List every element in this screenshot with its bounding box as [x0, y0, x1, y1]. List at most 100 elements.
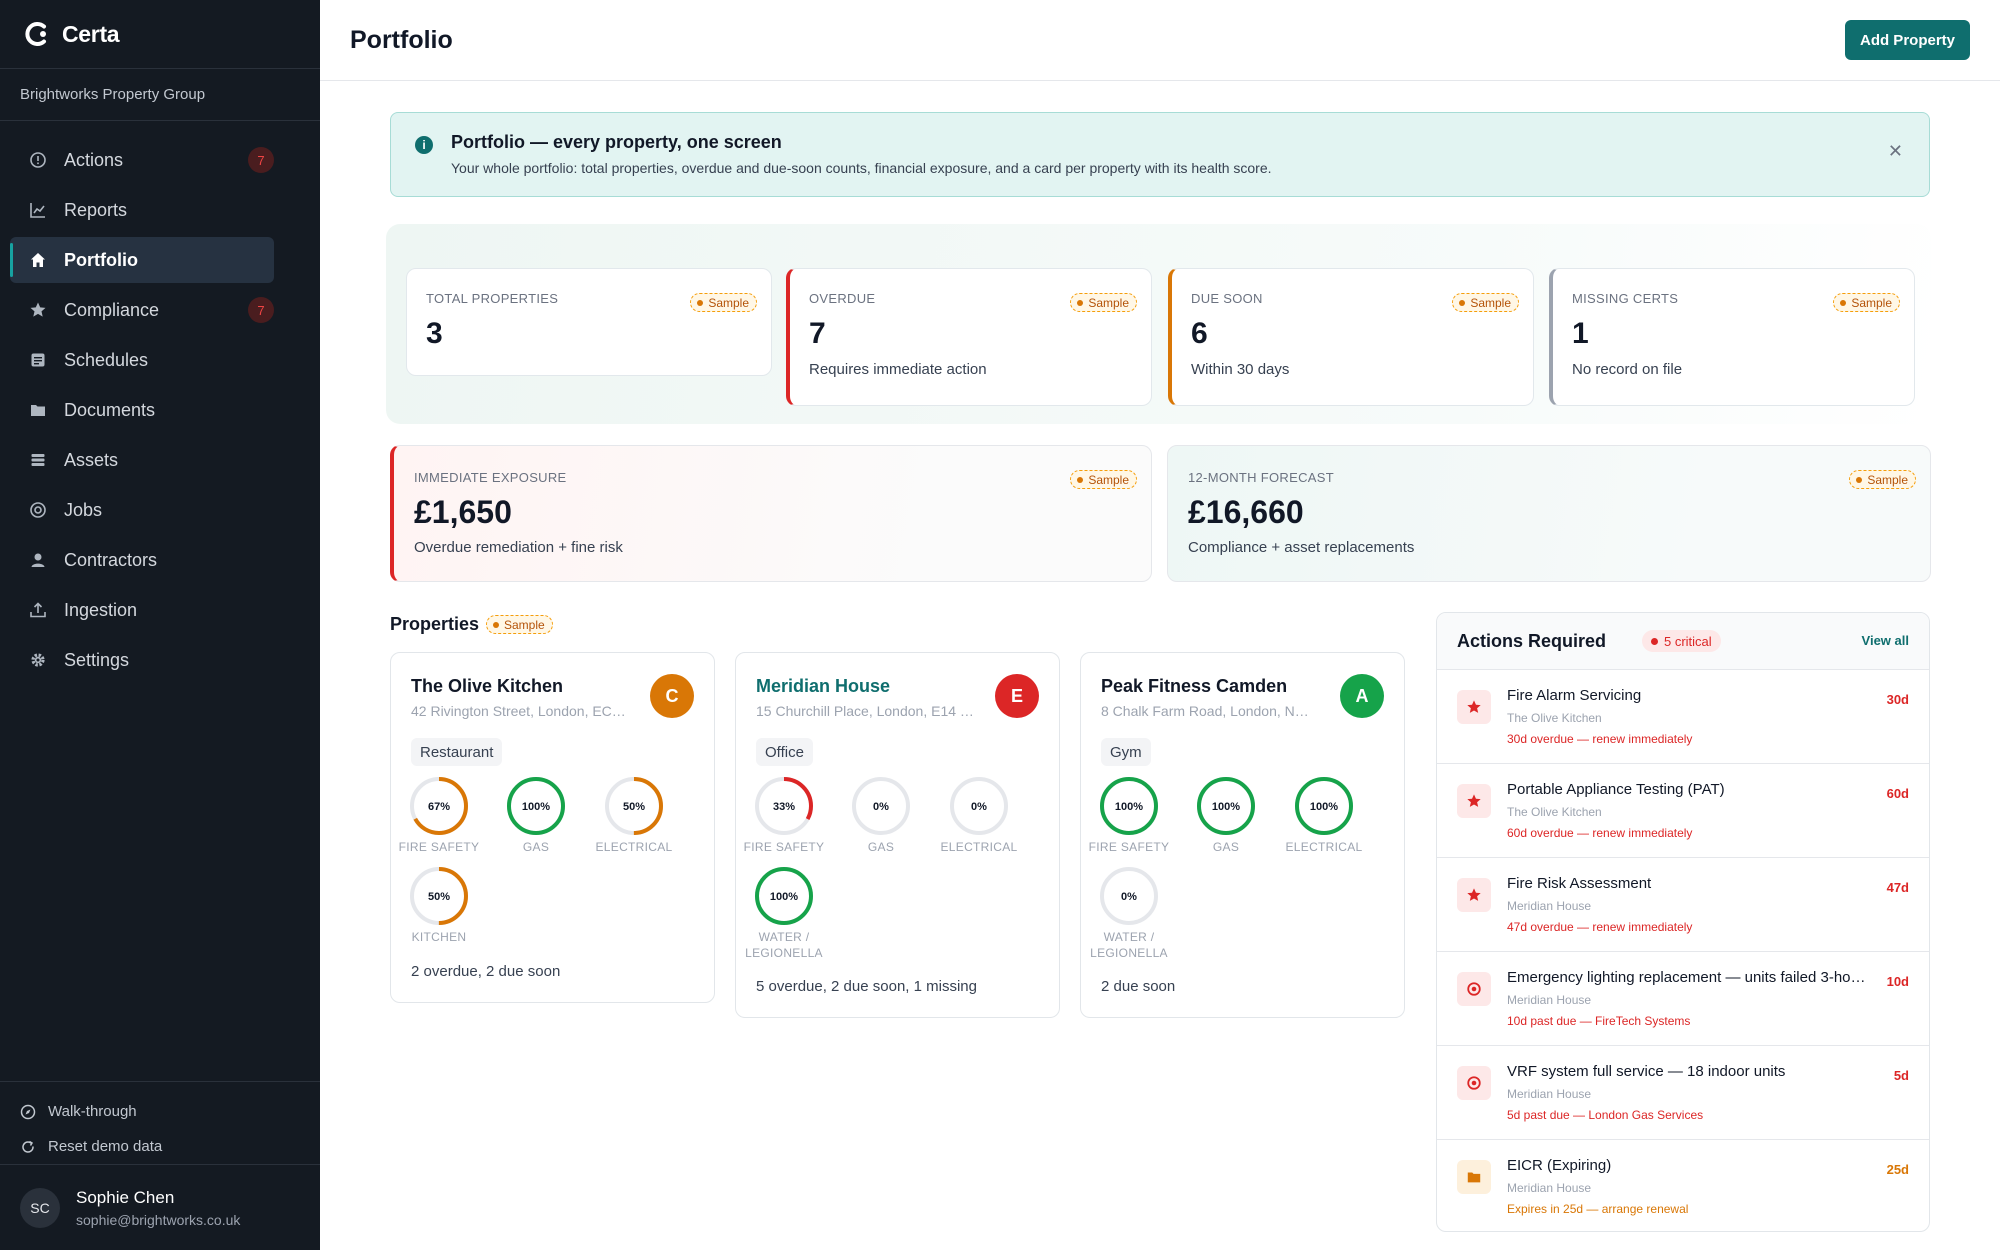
action-item[interactable]: VRF system full service — 18 indoor unit… [1437, 1046, 1929, 1140]
health-gauge: 100% ELECTRICAL [1276, 775, 1372, 855]
gauge-ring: 0% [1100, 867, 1158, 925]
immediate-exposure-card[interactable]: IMMEDIATE EXPOSURE £1,650 Overdue remedi… [390, 445, 1152, 582]
gear-icon [28, 650, 48, 670]
target-icon [1457, 972, 1491, 1006]
gauge-label: FIRE SAFETY [743, 840, 825, 854]
sidebar-item-settings[interactable]: Settings [10, 637, 274, 683]
user-profile[interactable]: SC Sophie Chen sophie@brightworks.co.uk [0, 1164, 320, 1250]
gauge-label: FIRE SAFETY [1088, 840, 1170, 854]
gauge-ring: 100% [1197, 777, 1255, 835]
close-icon[interactable]: ✕ [1888, 141, 1903, 162]
property-card[interactable]: Peak Fitness Camden 8 Chalk Farm Road, Lo… [1080, 652, 1405, 1018]
action-item[interactable]: Fire Alarm Servicing The Olive Kitchen 30d… [1437, 670, 1929, 764]
health-gauge: 67% FIRE SAFETY [391, 775, 487, 855]
sidebar-item-contractors[interactable]: Contractors [10, 537, 274, 583]
stat-label: MISSING CERTS [1572, 291, 1679, 306]
page-title: Portfolio [350, 25, 453, 54]
sidebar-item-label: Reports [64, 199, 128, 220]
view-all-link[interactable]: View all [1862, 633, 1909, 648]
stat-label: TOTAL PROPERTIES [426, 291, 559, 306]
sidebar-item-assets[interactable]: Assets [10, 437, 274, 483]
action-title: Emergency lighting replacement — units f… [1507, 969, 1867, 986]
reset-demo-link[interactable]: Reset demo data [0, 1129, 320, 1164]
folder-icon [28, 400, 48, 420]
stat-due-soon[interactable]: DUE SOON 6 Within 30 days Sample [1168, 268, 1534, 406]
forecast-value: £16,660 [1188, 494, 1304, 530]
action-item[interactable]: Fire Risk Assessment Meridian House 47d ov… [1437, 858, 1929, 952]
gauge-ring: 50% [605, 777, 663, 835]
property-name[interactable]: Meridian House [756, 676, 890, 697]
property-name[interactable]: The Olive Kitchen [411, 676, 563, 697]
count-badge: 7 [248, 147, 274, 173]
gauge-label: GAS [1212, 840, 1240, 854]
action-item[interactable]: Portable Appliance Testing (PAT) The Oliv… [1437, 764, 1929, 858]
property-address: 8 Chalk Farm Road, London, NW1 8AB [1101, 703, 1319, 719]
stats-panel: TOTAL PROPERTIES 3 Sample OVERDUE 7 Requ… [386, 224, 1931, 424]
gauge-label: GAS [522, 840, 550, 854]
critical-badge: 5 critical [1642, 630, 1721, 652]
sample-badge: Sample [1452, 293, 1519, 312]
brand[interactable]: Certa [0, 0, 320, 69]
forecast-sub: Compliance + asset replacements [1188, 539, 1415, 556]
count-badge: 7 [248, 297, 274, 323]
walkthrough-label: Walk-through [48, 1103, 137, 1120]
property-name[interactable]: Peak Fitness Camden [1101, 676, 1287, 697]
actions-required-panel: Actions Required 5 critical View all Fir… [1436, 612, 1930, 1232]
gauge-value: 67% [428, 801, 450, 813]
compass-icon [20, 1104, 36, 1119]
target-icon [1457, 1066, 1491, 1100]
exposure-sub: Overdue remediation + fine risk [414, 539, 623, 556]
property-type-tag: Restaurant [411, 738, 503, 766]
action-item[interactable]: Emergency lighting replacement — units f… [1437, 952, 1929, 1046]
sidebar-item-schedules[interactable]: Schedules [10, 337, 274, 383]
gauge-ring: 100% [1295, 777, 1353, 835]
action-status: 5d past due — London Gas Services [1507, 1108, 1704, 1122]
sidebar-item-documents[interactable]: Documents [10, 387, 274, 433]
health-gauge: 33% FIRE SAFETY [736, 775, 832, 855]
stat-missing-certs[interactable]: MISSING CERTS 1 No record on file Sample [1549, 268, 1915, 406]
action-property: The Olive Kitchen [1507, 805, 1602, 819]
sample-badge: Sample [1849, 470, 1916, 489]
sidebar-item-portfolio[interactable]: Portfolio [10, 237, 274, 283]
stat-value: 7 [809, 317, 826, 350]
sidebar-item-reports[interactable]: Reports [10, 187, 274, 233]
add-property-button[interactable]: Add Property [1844, 20, 1970, 60]
action-days: 5d [1893, 1068, 1909, 1083]
refresh-icon [22, 1140, 34, 1153]
alert-circle-icon [28, 150, 48, 170]
sidebar-item-actions[interactable]: Actions 7 [10, 137, 274, 183]
action-item[interactable]: EICR (Expiring) Meridian House Expires in … [1437, 1140, 1929, 1231]
sidebar-item-ingestion[interactable]: Ingestion [10, 587, 274, 633]
action-property: Meridian House [1507, 993, 1592, 1007]
sidebar-item-jobs[interactable]: Jobs [10, 487, 274, 533]
gauge-label: WATER / LEGIONELLA [1090, 930, 1168, 960]
stack-icon [28, 450, 48, 470]
action-title: Fire Alarm Servicing [1507, 687, 1642, 704]
star-icon [1457, 784, 1491, 818]
action-title: Portable Appliance Testing (PAT) [1507, 781, 1725, 798]
action-days: 25d [1886, 1162, 1909, 1177]
reset-demo-label: Reset demo data [48, 1138, 163, 1155]
page-header: Portfolio Add Property [320, 0, 2000, 81]
property-card[interactable]: The Olive Kitchen 42 Rivington Street, Lo… [390, 652, 715, 1003]
sample-badge: Sample [1070, 470, 1137, 489]
stat-overdue[interactable]: OVERDUE 7 Requires immediate action Samp… [786, 268, 1152, 406]
grade-badge: A [1340, 674, 1384, 718]
gauge-value: 50% [428, 891, 450, 903]
gauge-ring: 33% [755, 777, 813, 835]
forecast-card[interactable]: 12-MONTH FORECAST £16,660 Compliance + a… [1167, 445, 1931, 582]
gauge-label: ELECTRICAL [595, 840, 673, 854]
home-icon [28, 250, 48, 270]
chart-icon [28, 200, 48, 220]
sample-badge: Sample [1833, 293, 1900, 312]
actions-title: Actions Required [1457, 631, 1607, 651]
sidebar-item-label: Jobs [64, 499, 103, 520]
property-card[interactable]: Meridian House 15 Churchill Place, London… [735, 652, 1060, 1018]
action-status: 10d past due — FireTech Systems [1507, 1014, 1691, 1028]
property-summary: 5 overdue, 2 due soon, 1 missing [756, 978, 977, 995]
stat-total-properties[interactable]: TOTAL PROPERTIES 3 Sample [406, 268, 772, 376]
gauge-ring: 100% [507, 777, 565, 835]
org-name: Brightworks Property Group [0, 69, 320, 121]
walkthrough-link[interactable]: Walk-through [0, 1094, 320, 1129]
sidebar-item-compliance[interactable]: Compliance 7 [10, 287, 274, 333]
